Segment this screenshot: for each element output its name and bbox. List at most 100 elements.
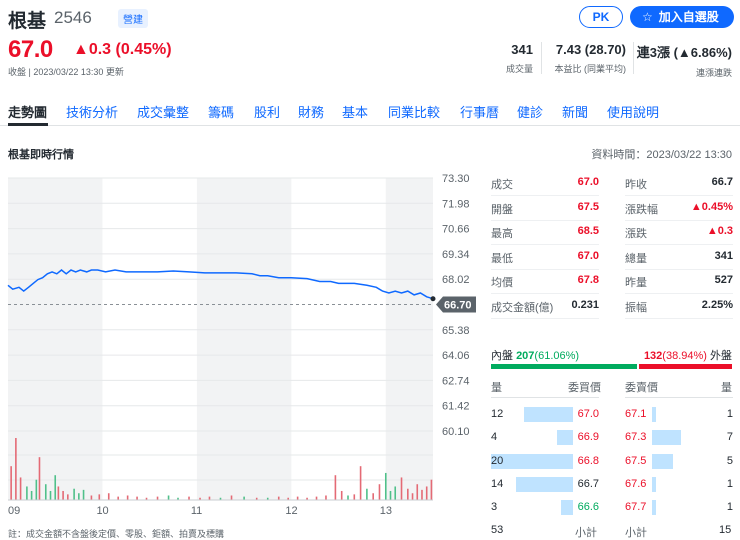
- stat-value: 連3漲 (▲6.86%): [636, 45, 732, 60]
- quote-value: 67.5: [577, 200, 599, 213]
- quote-label: 開盤: [491, 203, 513, 216]
- quote-label: 漲跌: [625, 228, 647, 240]
- volume-bar: [340, 490, 343, 500]
- inner-volume: 內盤 207(61.06%): [491, 347, 579, 363]
- bid-qty: 12: [491, 408, 504, 420]
- quote-row: 最低 67.0: [491, 246, 599, 270]
- stock-name: 根基: [8, 11, 47, 32]
- ask-qty: 1: [726, 408, 733, 420]
- volume-bar: [366, 488, 368, 500]
- quote-label: 振幅: [625, 301, 647, 314]
- quote-row: 開盤 67.5: [491, 197, 599, 221]
- quote-value: ▲0.45%: [690, 200, 733, 213]
- quote-row: 昨收 66.7: [625, 172, 733, 196]
- market-badge[interactable]: 營建: [118, 9, 148, 28]
- tab-peer[interactable]: 同業比較: [388, 102, 440, 121]
- stat-label: 成交量: [505, 64, 533, 74]
- y-tick-label: 64.06: [442, 350, 470, 362]
- pk-button[interactable]: PK: [579, 6, 623, 28]
- stat-pe: 7.43 (28.70) 本益比 (同業平均): [555, 42, 627, 75]
- volume-bar: [15, 438, 17, 500]
- bid-price: 67.0: [577, 408, 599, 420]
- tab-trend[interactable]: 走勢圖: [8, 102, 47, 121]
- tab-trades[interactable]: 成交彙整: [137, 102, 189, 121]
- tab-checkup[interactable]: 健診: [517, 102, 543, 121]
- stat-label: 本益比 (同業平均): [554, 64, 627, 74]
- quote-value: 67.0: [577, 176, 599, 188]
- tab-calendar[interactable]: 行事曆: [460, 102, 499, 121]
- quote-value: 341: [714, 249, 733, 262]
- y-tick-label: 71.98: [442, 198, 470, 210]
- quote-label: 最高: [491, 228, 513, 240]
- stat-volume: 341 成交量: [506, 42, 533, 75]
- ask-bar: [652, 430, 681, 446]
- ask-bar: [652, 500, 656, 516]
- ask-bar: [652, 476, 656, 492]
- bid-total-value: 53: [491, 524, 504, 536]
- volume-bar: [57, 486, 60, 500]
- bid-qty: 4: [491, 431, 498, 444]
- volume-bar: [372, 493, 374, 500]
- quote-value: 0.231: [571, 298, 599, 311]
- quote-value: 66.7: [711, 176, 733, 188]
- volume-bar: [411, 493, 414, 500]
- y-tick-label: 70.66: [442, 224, 470, 236]
- stat-streak: 連3漲 (▲6.86%) 連漲連跌: [637, 42, 732, 79]
- current-price: 67.0: [8, 36, 53, 63]
- bid-bar: [524, 407, 573, 422]
- volume-bar: [347, 495, 349, 500]
- tab-news[interactable]: 新聞: [562, 102, 588, 121]
- inner-value: 207: [516, 350, 535, 362]
- add-watchlist-button[interactable]: ☆ 加入自選股: [630, 6, 734, 28]
- tab-help[interactable]: 使用說明: [607, 102, 659, 121]
- ask-bar: [652, 453, 673, 469]
- volume-bar: [353, 494, 356, 500]
- y-tick-label: 73.30: [442, 173, 470, 185]
- tab-dividend[interactable]: 股利: [254, 102, 280, 121]
- tab-basic[interactable]: 基本: [342, 102, 368, 121]
- volume-bar: [44, 484, 47, 500]
- hour-band: [385, 178, 433, 500]
- ask-price: 67.1: [625, 408, 647, 420]
- volume-bar: [10, 466, 12, 500]
- volume-bar: [325, 495, 327, 500]
- volume-bar: [35, 479, 38, 500]
- volume-bar: [277, 496, 280, 500]
- hour-band: [196, 178, 292, 500]
- tab-financial[interactable]: 財務: [298, 102, 324, 121]
- nav-tabs: 走勢圖 技術分析 成交彙整 籌碼 股利 財務 基本 同業比較 行事曆 健診 新聞…: [0, 96, 740, 126]
- quote-label: 成交金額(億): [491, 301, 554, 314]
- quote-row: 漲跌幅 ▲0.45%: [625, 197, 733, 221]
- quote-value: 2.25%: [701, 298, 733, 311]
- stock-code: 2546: [54, 8, 92, 27]
- ask-qty: 5: [726, 454, 733, 467]
- volume-bar: [384, 472, 387, 500]
- ask-row: 67.5 5: [625, 452, 733, 472]
- y-tick-label: 61.42: [442, 401, 470, 413]
- ask-qty-header: 量: [721, 382, 732, 394]
- intraday-chart[interactable]: 73.30 71.98 70.66 69.34 68.02 65.38 64.06 62.74…: [0, 170, 480, 522]
- outer-volume: 132(38.94%) 外盤: [644, 347, 732, 363]
- volume-bar: [243, 496, 245, 500]
- volume-bar: [421, 489, 423, 500]
- ask-row: 67.7 1: [625, 498, 733, 518]
- divider: [491, 397, 599, 398]
- bid-price: 66.6: [577, 501, 599, 514]
- x-tick-label: 12: [285, 505, 297, 517]
- quote-row: 最高 68.5: [491, 221, 599, 245]
- quote-row: 均價 67.8: [491, 270, 599, 294]
- outer-bar: [639, 364, 732, 369]
- volume-bar: [107, 493, 110, 500]
- bid-row: 4 66.9: [491, 428, 599, 448]
- tab-technical[interactable]: 技術分析: [66, 102, 118, 121]
- quote-label: 漲跌幅: [625, 203, 658, 216]
- bid-qty-header: 量: [491, 382, 502, 394]
- quote-label: 成交: [491, 179, 513, 191]
- hour-band: [8, 178, 103, 500]
- x-tick-label: 13: [380, 505, 392, 517]
- inner-label: 內盤: [491, 350, 513, 362]
- ask-price: 67.7: [625, 501, 647, 514]
- tab-chips[interactable]: 籌碼: [208, 102, 234, 121]
- divider: [625, 317, 733, 319]
- volume-bar: [26, 486, 28, 500]
